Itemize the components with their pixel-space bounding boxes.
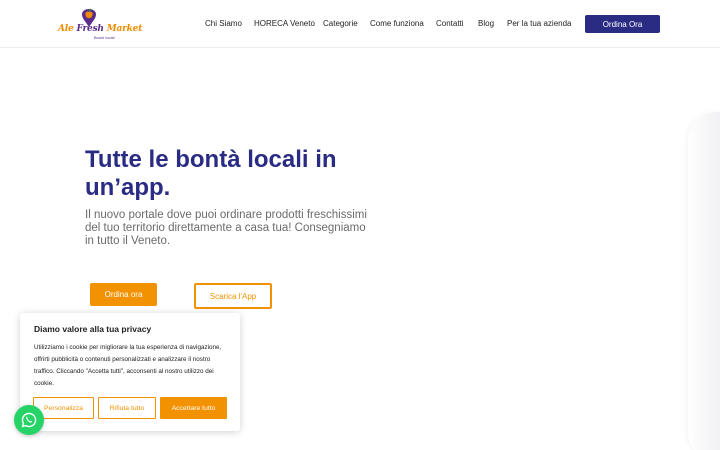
cookie-text: Utilizziamo i cookie per migliorare la t… — [34, 344, 222, 387]
cookie-reject-button[interactable]: Rifiuta tutto — [98, 397, 156, 419]
hero-title: Tutte le bontà locali in un’app. — [85, 146, 337, 201]
ordina-ora-button[interactable]: Ordina ora — [90, 283, 157, 306]
nav-per-la-tua-azienda[interactable]: Per la tua azienda — [507, 19, 572, 28]
hero-subtitle: Il nuovo portale dove puoi ordinare prod… — [85, 209, 367, 247]
site-header: Ale Fresh Market Buoni locali Chi Siamo … — [0, 0, 720, 48]
nav-contatti[interactable]: Contatti — [436, 19, 464, 28]
logo-wordmark: Ale Fresh Market — [58, 24, 143, 34]
nav-blog[interactable]: Blog — [478, 19, 494, 28]
logo-tagline: Buoni locali — [94, 35, 115, 40]
nav-come-funziona[interactable]: Come funziona — [370, 19, 424, 28]
nav-categorie[interactable]: Categorie — [323, 19, 358, 28]
whatsapp-chat-button[interactable] — [14, 405, 44, 435]
app-phone-mockup — [688, 112, 720, 450]
nav-chi-siamo[interactable]: Chi Siamo — [205, 19, 242, 28]
cookie-accept-button[interactable]: Accettare tutto — [160, 397, 227, 419]
nav-horeca-veneto[interactable]: HORECA Veneto — [254, 19, 315, 28]
ordina-ora-header-button[interactable]: Ordina Ora — [585, 15, 660, 33]
cookie-consent-banner: Diamo valore alla tua privacy Utilizziam… — [20, 313, 240, 431]
cookie-title: Diamo valore alla tua privacy — [34, 324, 152, 334]
site-logo[interactable]: Ale Fresh Market Buoni locali — [58, 6, 142, 42]
scarica-app-button[interactable]: Scarica l'App — [194, 283, 272, 309]
whatsapp-icon — [21, 412, 37, 428]
